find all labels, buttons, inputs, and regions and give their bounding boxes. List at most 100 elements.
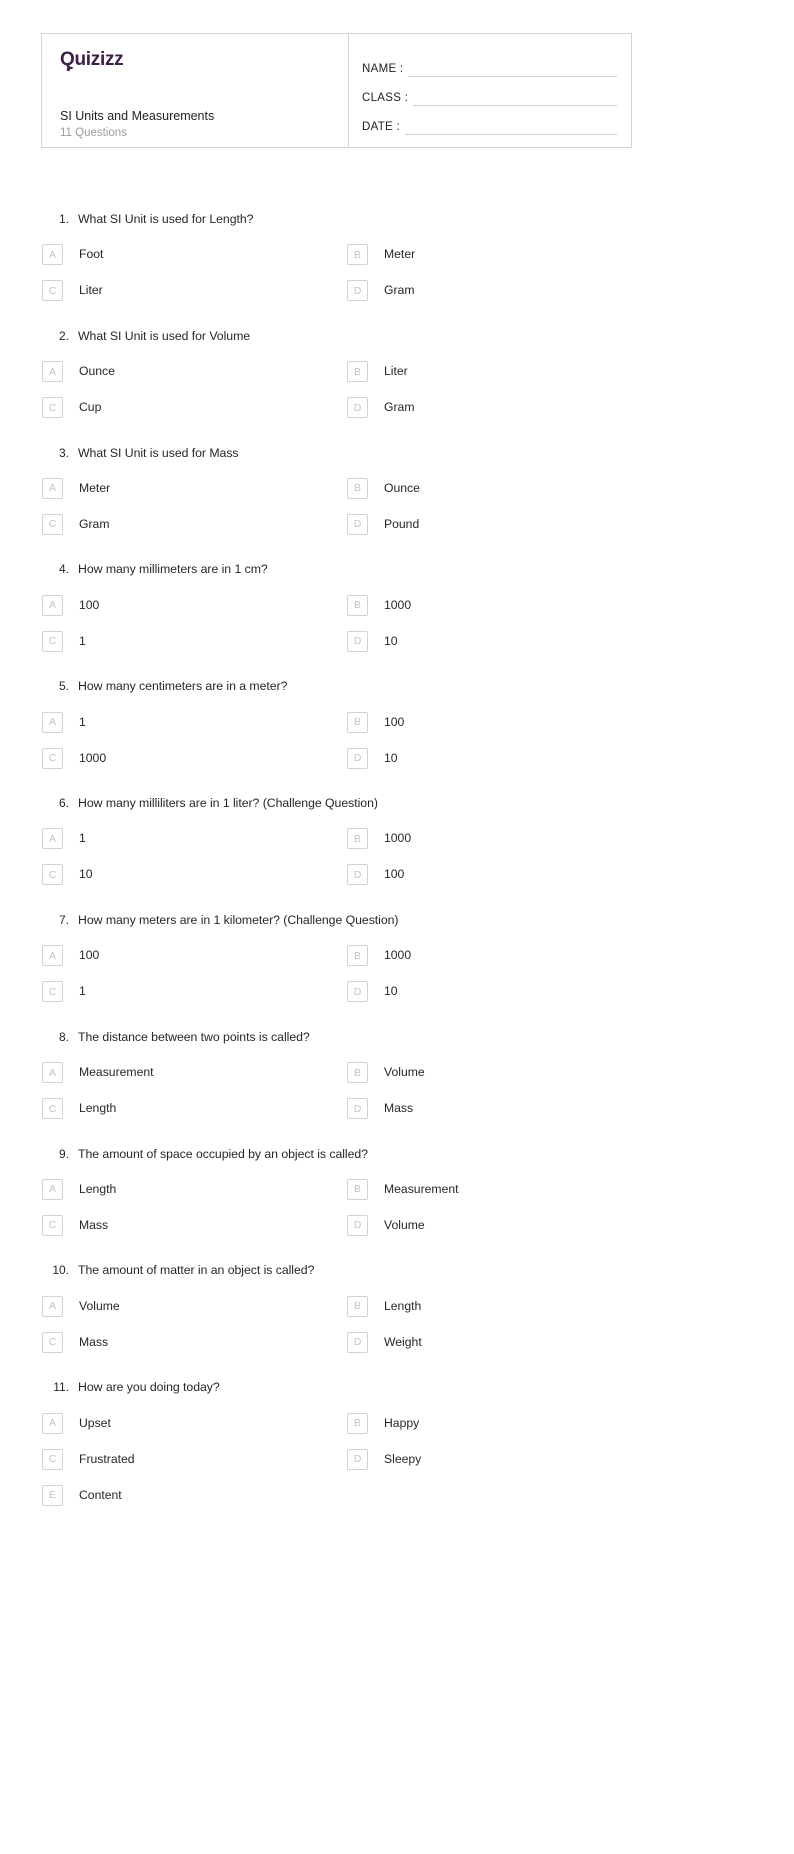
answer-option[interactable]: B Volume — [347, 1055, 653, 1091]
answer-options: A 1 B 1000 C 10 D 100 — [41, 821, 653, 893]
answer-option[interactable]: B Measurement — [347, 1171, 653, 1207]
answer-option[interactable]: D 10 — [347, 740, 653, 776]
answer-option[interactable]: D 100 — [347, 857, 653, 893]
answer-option[interactable]: C Gram — [41, 506, 347, 542]
answer-option[interactable]: C 1000 — [41, 740, 347, 776]
class-input-line[interactable] — [413, 89, 617, 106]
answer-option[interactable]: C1 — [41, 974, 347, 1010]
answer-option[interactable]: E Content — [41, 1477, 347, 1513]
option-letter-box[interactable]: A — [42, 828, 63, 850]
answer-option[interactable]: B 1000 — [347, 938, 653, 974]
option-letter-box[interactable]: B — [347, 361, 368, 383]
answer-option[interactable]: A Upset — [41, 1405, 347, 1441]
option-letter-box[interactable]: B — [347, 945, 368, 967]
option-letter-box[interactable]: B — [347, 828, 368, 850]
option-letter-box[interactable]: A — [42, 1062, 63, 1084]
option-letter-box[interactable]: B — [347, 711, 368, 733]
option-letter-box[interactable]: C — [42, 513, 63, 535]
answer-option[interactable]: A 100 — [41, 938, 347, 974]
answer-option[interactable]: C Cup — [41, 390, 347, 426]
answer-option[interactable]: C Length — [41, 1091, 347, 1127]
option-letter-box[interactable]: A — [42, 711, 63, 733]
option-letter-box[interactable]: A — [42, 244, 63, 266]
answer-option[interactable]: D Gram — [347, 273, 653, 309]
option-letter-box[interactable]: B — [347, 1178, 368, 1200]
answer-option[interactable]: A Measurement — [41, 1055, 347, 1091]
option-letter-box[interactable]: B — [347, 1295, 368, 1317]
option-letter-box[interactable]: C — [42, 630, 63, 652]
answer-option[interactable]: B 1000 — [347, 587, 653, 623]
option-letter-box[interactable]: A — [42, 1295, 63, 1317]
option-letter-box[interactable]: A — [42, 945, 63, 967]
option-letter-box[interactable]: C — [42, 1331, 63, 1353]
option-letter-box[interactable]: C — [42, 864, 63, 886]
option-letter-box[interactable]: A — [42, 1412, 63, 1434]
answer-option[interactable]: C Frustrated — [41, 1441, 347, 1477]
answer-option[interactable]: A Volume — [41, 1288, 347, 1324]
answer-option[interactable]: A1 — [41, 821, 347, 857]
answer-option[interactable]: B Meter — [347, 237, 653, 273]
answer-option[interactable]: A Ounce — [41, 354, 347, 390]
answer-option[interactable]: D Weight — [347, 1324, 653, 1360]
answer-option[interactable]: B Length — [347, 1288, 653, 1324]
option-letter-box[interactable]: B — [347, 594, 368, 616]
question-text: The amount of matter in an object is cal… — [78, 1263, 315, 1278]
option-letter-box[interactable]: C — [42, 1448, 63, 1470]
option-letter-box[interactable]: D — [347, 1448, 368, 1470]
option-letter-box[interactable]: C — [42, 1214, 63, 1236]
option-letter-box[interactable]: B — [347, 1412, 368, 1434]
answer-option[interactable]: A Length — [41, 1171, 347, 1207]
option-letter-box[interactable]: D — [347, 397, 368, 419]
answer-option[interactable]: B 1000 — [347, 821, 653, 857]
answer-option[interactable]: C Mass — [41, 1207, 347, 1243]
option-letter-box[interactable]: D — [347, 981, 368, 1003]
quizizz-logo: Quizizz — [60, 50, 124, 72]
option-letter-box[interactable]: B — [347, 1062, 368, 1084]
option-letter-box[interactable]: D — [347, 280, 368, 302]
option-letter-box[interactable]: C — [42, 1098, 63, 1120]
answer-option[interactable]: C 10 — [41, 857, 347, 893]
option-letter-box[interactable]: D — [347, 747, 368, 769]
answer-option[interactable]: C Liter — [41, 273, 347, 309]
date-input-line[interactable] — [405, 118, 617, 135]
name-input-line[interactable] — [408, 60, 617, 77]
answer-option[interactable]: C1 — [41, 623, 347, 659]
option-letter-box[interactable]: A — [42, 477, 63, 499]
option-letter-box[interactable]: A — [42, 594, 63, 616]
option-letter-box[interactable]: D — [347, 1098, 368, 1120]
option-text: Volume — [384, 1217, 425, 1232]
option-letter-box[interactable]: A — [42, 1178, 63, 1200]
answer-options: A Ounce B Liter C Cup D Gram — [41, 354, 653, 426]
option-letter-box[interactable]: C — [42, 397, 63, 419]
answer-option[interactable]: A1 — [41, 704, 347, 740]
option-letter-box[interactable]: E — [42, 1484, 63, 1506]
answer-option[interactable]: D Pound — [347, 506, 653, 542]
answer-option[interactable]: B Happy — [347, 1405, 653, 1441]
answer-option[interactable]: D 10 — [347, 974, 653, 1010]
option-letter-box[interactable]: D — [347, 630, 368, 652]
answer-option[interactable]: A Meter — [41, 470, 347, 506]
option-letter-box[interactable]: B — [347, 477, 368, 499]
answer-option[interactable]: B Liter — [347, 354, 653, 390]
option-text: 100 — [384, 867, 405, 882]
option-letter-box[interactable]: A — [42, 361, 63, 383]
option-letter-box[interactable]: D — [347, 1214, 368, 1236]
answer-option[interactable]: D Sleepy — [347, 1441, 653, 1477]
option-letter-box[interactable]: C — [42, 981, 63, 1003]
option-text: Volume — [384, 1065, 425, 1080]
answer-option[interactable]: C Mass — [41, 1324, 347, 1360]
answer-option[interactable]: A 100 — [41, 587, 347, 623]
option-letter-box[interactable]: D — [347, 1331, 368, 1353]
answer-option[interactable]: D Volume — [347, 1207, 653, 1243]
option-letter-box[interactable]: B — [347, 244, 368, 266]
option-letter-box[interactable]: D — [347, 864, 368, 886]
option-letter-box[interactable]: D — [347, 513, 368, 535]
answer-option[interactable]: A Foot — [41, 237, 347, 273]
answer-option[interactable]: B 100 — [347, 704, 653, 740]
answer-option[interactable]: D 10 — [347, 623, 653, 659]
answer-option[interactable]: B Ounce — [347, 470, 653, 506]
answer-option[interactable]: D Mass — [347, 1091, 653, 1127]
option-letter-box[interactable]: C — [42, 280, 63, 302]
option-letter-box[interactable]: C — [42, 747, 63, 769]
answer-option[interactable]: D Gram — [347, 390, 653, 426]
